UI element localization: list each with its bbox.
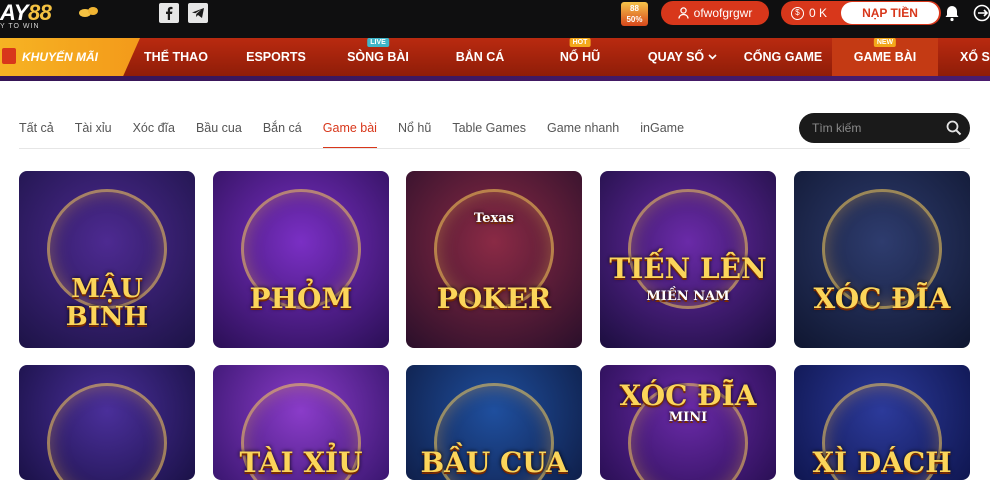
tab-table-games[interactable]: Table Games — [452, 119, 526, 149]
game-filter-tabs: Tất cả Tài xỉu Xóc đĩa Bầu cua Bắn cá Ga… — [19, 119, 705, 149]
logo-number: 88 — [27, 0, 52, 25]
search-box — [799, 113, 970, 143]
nav-item-promotions[interactable]: KHUYẾN MÃI — [0, 38, 140, 76]
nav-item-lottery-spin[interactable]: QUAY SỐ — [640, 38, 725, 76]
live-badge: LIVE — [367, 38, 389, 47]
nav-item-label: GAME BÀI — [853, 50, 917, 64]
facebook-icon[interactable] — [159, 3, 179, 23]
main-nav: KHUYẾN MÃI THỂ THAO ESPORTS LIVE SÒNG BÀI… — [0, 38, 990, 76]
nav-item-sports[interactable]: THỂ THAO — [136, 38, 216, 76]
nav-item-fishing[interactable]: BẮN CÁ — [440, 38, 520, 76]
game-card[interactable]: MINI XÓC ĐĨA — [600, 365, 776, 480]
chevron-down-icon — [708, 54, 717, 60]
site-logo[interactable]: AY88 Y TO WIN — [0, 0, 98, 30]
game-card[interactable] — [19, 365, 195, 480]
tabs-divider — [19, 148, 970, 149]
logo-text: AY — [0, 0, 28, 25]
telegram-icon[interactable] — [188, 3, 208, 23]
game-title: XÓC ĐĨA — [619, 379, 757, 412]
nav-item-label: XỔ SỐ — [960, 50, 990, 64]
game-title: XÌ DÁCH — [812, 446, 952, 479]
balance-bar: $ 0 K NẠP TIỀN — [781, 1, 941, 25]
nav-item-label: QUAY SỐ — [647, 50, 705, 64]
promo-badge[interactable]: 88 50% — [621, 2, 648, 26]
nav-item-casino[interactable]: LIVE SÒNG BÀI — [338, 38, 418, 76]
balance-display[interactable]: $ 0 K — [781, 6, 841, 20]
logo-tagline: Y TO WIN — [0, 23, 40, 30]
nav-stripe — [0, 76, 990, 81]
hot-badge: HOT — [569, 38, 591, 47]
bell-icon[interactable] — [942, 3, 962, 23]
user-account-button[interactable]: ofwofgrgwr — [661, 1, 769, 25]
game-title: TIẾN LÊN — [609, 252, 767, 285]
search-input[interactable] — [812, 121, 942, 135]
tab-game-nhanh[interactable]: Game nhanh — [547, 119, 619, 149]
search-icon[interactable] — [946, 120, 962, 136]
game-title: MẬU BINH — [65, 274, 149, 332]
game-card[interactable]: MẬU BINH — [19, 171, 195, 348]
balance-value: 0 K — [809, 6, 828, 20]
game-title: BẦU CUA — [420, 446, 568, 479]
game-subtitle: MIỀN NAM — [646, 289, 730, 304]
game-title: PHỎM — [249, 282, 353, 315]
nav-promo-label: KHUYẾN MÃI — [22, 50, 99, 64]
top-bar: AY88 Y TO WIN 88 50% ofwofgrgwr $ 0 K NẠ… — [0, 0, 990, 38]
game-card[interactable]: BẦU CUA — [406, 365, 582, 480]
game-title: POKER — [436, 282, 552, 315]
tab-game-bai[interactable]: Game bài — [322, 119, 378, 149]
tab-ban-ca[interactable]: Bắn cá — [263, 119, 302, 149]
nav-item-slots[interactable]: HOT NỔ HŨ — [545, 38, 615, 76]
game-card[interactable]: XÓC ĐĨA — [794, 171, 970, 348]
game-subtitle: Texas — [474, 211, 514, 226]
nav-item-label: CỔNG GAME — [743, 50, 823, 64]
tab-tai-xiu[interactable]: Tài xỉu — [75, 119, 112, 149]
game-subtitle: MINI — [668, 410, 708, 425]
user-icon — [678, 7, 689, 19]
game-art — [47, 383, 167, 480]
new-badge: NEW — [873, 38, 897, 47]
nav-item-label: THỂ THAO — [144, 50, 208, 64]
nav-item-lottery[interactable]: XỔ SỐ — [950, 38, 990, 76]
nav-item-label: BẮN CÁ — [455, 50, 505, 64]
game-card[interactable]: Texas POKER — [406, 171, 582, 348]
deposit-button[interactable]: NẠP TIỀN — [841, 2, 939, 24]
game-card[interactable]: XÌ DÁCH — [794, 365, 970, 480]
logout-icon[interactable] — [972, 3, 990, 23]
game-card[interactable]: MIỀN NAM TIẾN LÊN — [600, 171, 776, 348]
tab-xoc-dia[interactable]: Xóc đĩa — [133, 119, 175, 149]
tab-all[interactable]: Tất cả — [19, 119, 54, 149]
gift-icon — [2, 48, 16, 64]
game-title: TÀI XỈU — [239, 446, 363, 479]
game-card[interactable]: TÀI XỈU — [213, 365, 389, 480]
nav-item-esports[interactable]: ESPORTS — [236, 38, 316, 76]
game-title: XÓC ĐĨA — [813, 282, 951, 315]
promo-badge-text: 88 50% — [626, 4, 643, 24]
nav-item-label: ESPORTS — [246, 50, 306, 64]
coin-icon: $ — [791, 6, 804, 20]
nav-item-card-games[interactable]: NEW GAME BÀI — [832, 38, 938, 76]
tab-no-hu[interactable]: Nổ hũ — [398, 119, 431, 149]
crown-icon — [79, 7, 98, 17]
username: ofwofgrgwr — [693, 6, 753, 20]
nav-item-label: NỔ HŨ — [559, 50, 601, 64]
nav-item-label: SÒNG BÀI — [347, 50, 409, 64]
game-card[interactable]: PHỎM — [213, 171, 389, 348]
tab-bau-cua[interactable]: Bầu cua — [196, 119, 242, 149]
tab-ingame[interactable]: inGame — [640, 119, 684, 149]
nav-item-game-portal[interactable]: CỔNG GAME — [740, 38, 826, 76]
